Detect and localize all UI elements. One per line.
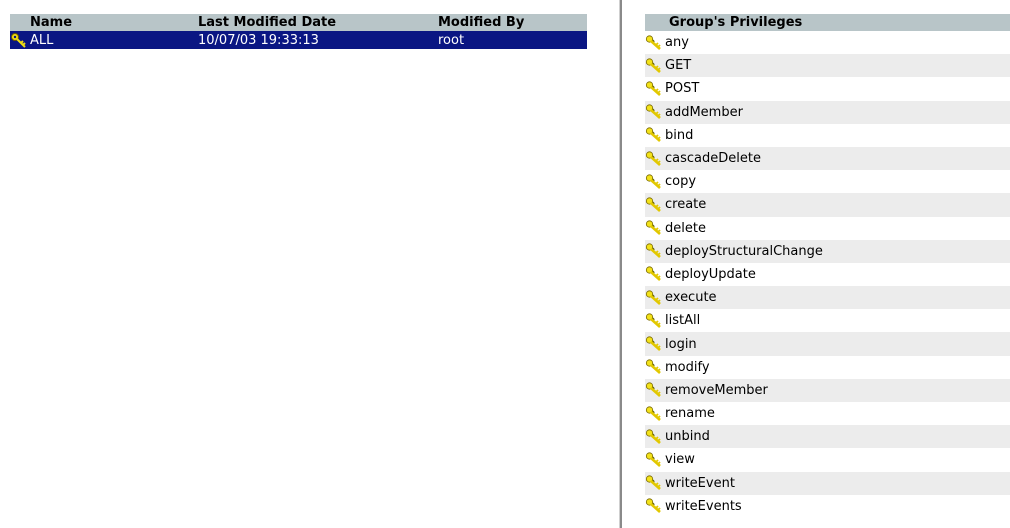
list-item[interactable]: modify <box>645 356 1010 379</box>
privilege-label: any <box>665 35 689 51</box>
column-header-modified-by[interactable]: Modified By <box>438 15 587 30</box>
key-icon <box>645 150 661 166</box>
list-item[interactable]: POST <box>645 77 1010 100</box>
list-item[interactable]: addMember <box>645 100 1010 124</box>
key-icon <box>645 174 661 189</box>
panel-divider[interactable] <box>619 0 622 528</box>
list-item[interactable]: view <box>645 448 1010 471</box>
privilege-label: deployUpdate <box>665 266 756 282</box>
group-name: ALL <box>30 32 54 48</box>
list-item[interactable]: any <box>645 31 1010 54</box>
column-header-last-modified-date[interactable]: Last Modified Date <box>198 15 438 30</box>
key-icon <box>645 290 661 305</box>
privilege-label: deployStructuralChange <box>665 243 823 259</box>
key-icon <box>645 452 661 467</box>
list-item[interactable]: writeEvent <box>645 471 1010 495</box>
key-icon <box>645 81 661 96</box>
privilege-label: execute <box>665 290 717 306</box>
privilege-label: bind <box>665 127 694 143</box>
group-last-modified-date: 10/07/03 19:33:13 <box>198 32 319 48</box>
key-icon <box>645 220 661 236</box>
privilege-label: rename <box>665 406 715 422</box>
privilege-label: create <box>665 197 707 213</box>
list-item[interactable]: copy <box>645 170 1010 193</box>
privilege-label: cascadeDelete <box>665 151 761 167</box>
privilege-label: writeEvents <box>665 498 742 514</box>
privilege-label: listAll <box>665 313 701 329</box>
privileges-panel: Group's Privileges any GET POST addMember bi… <box>645 14 1010 518</box>
key-icon <box>645 127 661 143</box>
key-icon <box>645 382 661 398</box>
list-item[interactable]: cascadeDelete <box>645 146 1010 171</box>
key-icon <box>645 336 661 352</box>
key-icon <box>645 475 661 491</box>
key-icon <box>645 34 661 50</box>
privilege-label: unbind <box>665 429 710 445</box>
list-item[interactable]: deployUpdate <box>645 263 1010 286</box>
list-item[interactable]: GET <box>645 54 1010 78</box>
privilege-label: delete <box>665 220 706 236</box>
key-icon <box>645 405 661 421</box>
list-item[interactable]: execute <box>645 286 1010 310</box>
privilege-label: view <box>665 452 695 468</box>
list-item[interactable]: delete <box>645 217 1010 240</box>
key-icon <box>645 58 661 73</box>
list-item[interactable]: rename <box>645 402 1010 425</box>
privilege-label: removeMember <box>665 382 768 398</box>
privilege-label: POST <box>665 81 700 97</box>
list-item[interactable]: unbind <box>645 425 1010 449</box>
column-header-name[interactable]: Name <box>10 15 198 30</box>
group-modified-by: root <box>438 32 465 48</box>
list-item[interactable]: listAll <box>645 309 1010 332</box>
list-item[interactable]: create <box>645 193 1010 217</box>
key-icon <box>11 33 26 48</box>
key-icon <box>645 104 661 120</box>
privilege-label: GET <box>665 58 692 74</box>
list-item[interactable]: login <box>645 332 1010 356</box>
privilege-label: writeEvent <box>665 475 735 491</box>
privileges-list: any GET POST addMember bind cascadeDelete copy… <box>645 31 1010 518</box>
list-item[interactable]: writeEvents <box>645 495 1010 518</box>
groups-table-header: Name Last Modified Date Modified By <box>10 14 587 31</box>
privilege-label: addMember <box>665 104 743 120</box>
privilege-label: copy <box>665 174 697 190</box>
list-item[interactable]: bind <box>645 124 1010 147</box>
privilege-label: login <box>665 336 697 352</box>
key-icon <box>645 429 661 444</box>
key-icon <box>645 359 661 375</box>
groups-table: Name Last Modified Date Modified By ALL … <box>10 14 587 49</box>
key-icon <box>645 243 661 259</box>
key-icon <box>645 313 661 328</box>
privilege-label: modify <box>665 359 710 375</box>
list-item[interactable]: deployStructuralChange <box>645 239 1010 263</box>
key-icon <box>645 498 661 514</box>
table-row[interactable]: ALL 10/07/03 19:33:13 root <box>10 31 587 49</box>
list-item[interactable]: removeMember <box>645 378 1010 402</box>
key-icon <box>645 266 661 282</box>
key-icon <box>645 197 661 212</box>
privileges-header: Group's Privileges <box>645 14 1010 31</box>
